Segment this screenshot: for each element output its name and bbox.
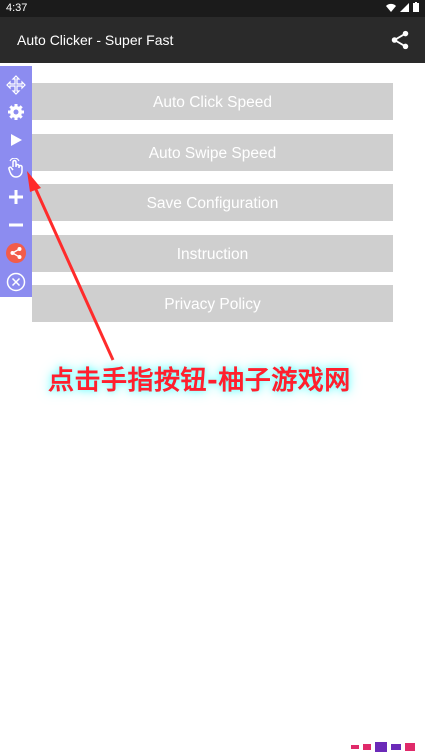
minus-icon[interactable] — [4, 213, 28, 237]
gear-icon[interactable] — [4, 100, 28, 124]
main-menu: Auto Click Speed Auto Swipe Speed Save C… — [32, 83, 393, 336]
app-title: Auto Clicker - Super Fast — [17, 32, 174, 48]
move-icon[interactable] — [4, 73, 28, 97]
watermark-logo — [351, 742, 415, 752]
floating-toolbar — [0, 66, 32, 297]
status-time: 4:37 — [6, 2, 28, 14]
status-bar: 4:37 — [0, 0, 425, 17]
share-icon[interactable] — [389, 29, 411, 51]
battery-icon — [413, 2, 419, 12]
auto-swipe-speed-button[interactable]: Auto Swipe Speed — [32, 133, 393, 171]
wifi-icon — [386, 3, 396, 12]
signal-icon — [400, 2, 409, 12]
close-icon[interactable] — [4, 270, 28, 294]
privacy-policy-button[interactable]: Privacy Policy — [32, 285, 393, 323]
play-icon[interactable] — [4, 128, 28, 152]
status-icons — [386, 2, 419, 12]
share-icon[interactable] — [4, 241, 28, 265]
tap-hand-icon[interactable] — [4, 156, 28, 180]
annotation-caption: 点击手指按钮-柚子游戏网 — [48, 366, 351, 396]
plus-icon[interactable] — [4, 185, 28, 209]
auto-click-speed-button[interactable]: Auto Click Speed — [32, 83, 393, 120]
app-bar: Auto Clicker - Super Fast — [0, 17, 425, 63]
instruction-button[interactable]: Instruction — [32, 234, 393, 272]
save-configuration-button[interactable]: Save Configuration — [32, 184, 393, 222]
